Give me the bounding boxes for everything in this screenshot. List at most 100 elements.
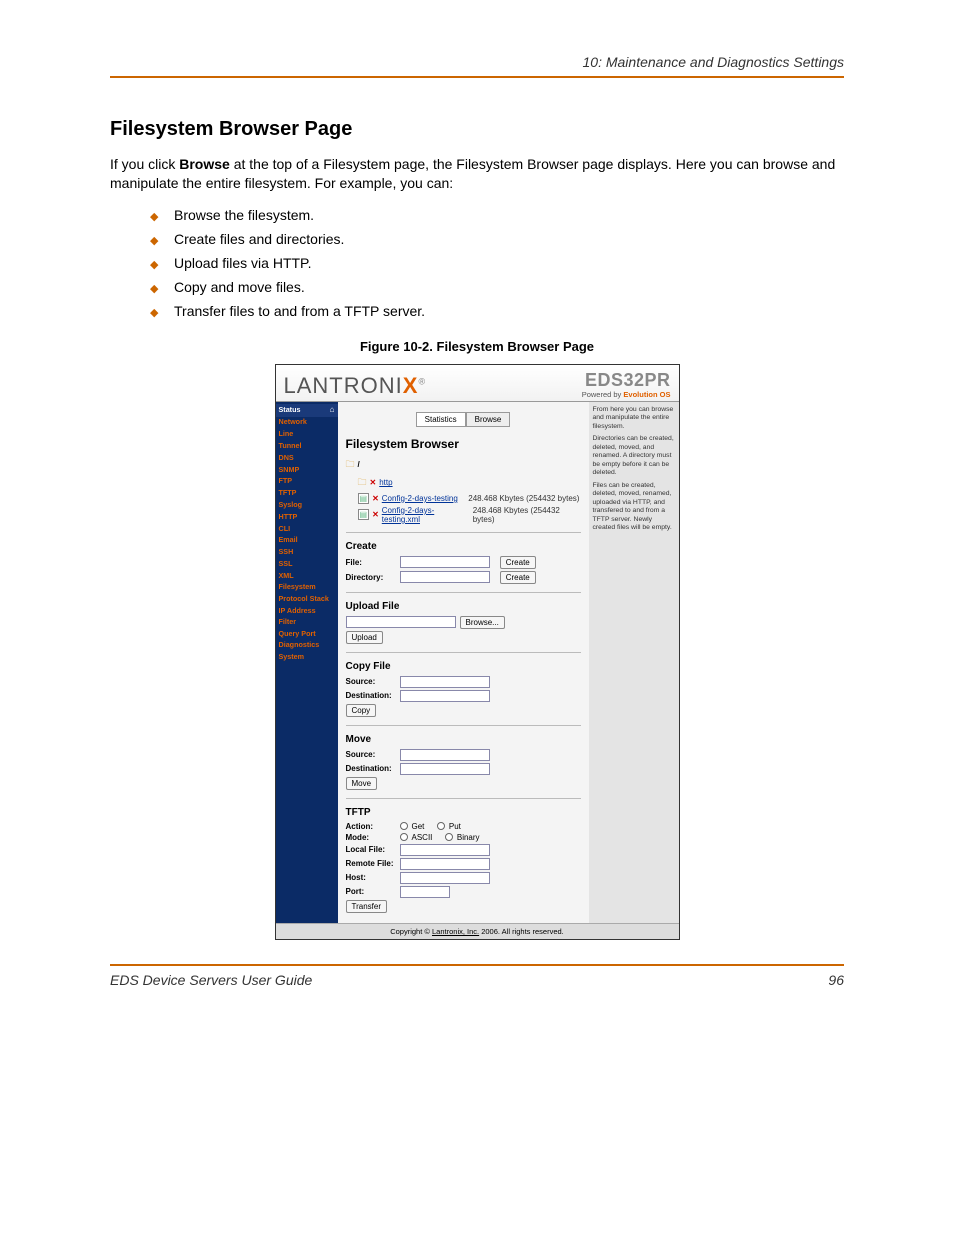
dir-link[interactable]: http (379, 478, 392, 487)
delete-icon[interactable]: ✕ (370, 478, 377, 487)
bullet-text: Copy and move files. (174, 279, 305, 295)
file-icon: ▤ (358, 493, 370, 504)
tab-statistics[interactable]: Statistics (416, 412, 466, 427)
tftp-host-input[interactable] (400, 872, 490, 884)
screenshot-header: LANTRONIX® EDS32PR Powered by Evolution … (276, 365, 679, 402)
create-dir-button[interactable]: Create (500, 571, 536, 584)
ascii-label: ASCII (412, 833, 433, 842)
nav-item-cli[interactable]: CLI (276, 523, 338, 535)
fs-dir-row: 🗀 ✕ http (346, 475, 581, 491)
tftp-heading: TFTP (346, 807, 581, 818)
copy-heading: Copy File (346, 661, 581, 672)
nav-item-ip-filter[interactable]: IP Address Filter (276, 606, 338, 629)
copy-button[interactable]: Copy (346, 704, 377, 717)
model-block: EDS32PR Powered by Evolution OS (582, 371, 671, 399)
copy-source-input[interactable] (400, 676, 490, 688)
nav-item-protocol-stack[interactable]: Protocol Stack (276, 594, 338, 606)
bullet-item: ◆ Browse the filesystem. (150, 207, 844, 223)
tftp-action-label: Action: (346, 822, 396, 831)
nav-item-query-port[interactable]: Query Port (276, 628, 338, 640)
tftp-remote-input[interactable] (400, 858, 490, 870)
screenshot-footer: Copyright © Lantronix, Inc. 2006. All ri… (276, 923, 679, 939)
upload-heading: Upload File (346, 601, 581, 612)
directory-label: Directory: (346, 573, 396, 582)
copy-dest-input[interactable] (400, 690, 490, 702)
radio-ascii[interactable] (400, 833, 408, 841)
move-dest-input[interactable] (400, 763, 490, 775)
nav-item-tunnel[interactable]: Tunnel (276, 440, 338, 452)
nav-item-tftp[interactable]: TFTP (276, 488, 338, 500)
nav-item-email[interactable]: Email (276, 535, 338, 547)
diamond-icon: ◆ (150, 210, 160, 223)
create-file-button[interactable]: Create (500, 556, 536, 569)
nav-item-snmp[interactable]: SNMP (276, 464, 338, 476)
page-footer: EDS Device Servers User Guide 96 (110, 964, 844, 988)
powered-by: Powered by Evolution OS (582, 391, 671, 399)
embedded-screenshot: LANTRONIX® EDS32PR Powered by Evolution … (275, 364, 680, 940)
evolution-os: Evolution OS (623, 390, 670, 399)
running-header: 10: Maintenance and Diagnostics Settings (110, 54, 844, 76)
bullet-text: Browse the filesystem. (174, 207, 314, 223)
bullet-item: ◆ Upload files via HTTP. (150, 255, 844, 271)
intro-bold: Browse (179, 156, 230, 172)
file-size: 248.468 Kbytes (254432 bytes) (473, 506, 581, 524)
footer-guide: EDS Device Servers User Guide (110, 972, 312, 988)
footer-rule (110, 964, 844, 966)
separator (346, 798, 581, 799)
nav-item-dns[interactable]: DNS (276, 452, 338, 464)
nav-item-filesystem[interactable]: Filesystem (276, 582, 338, 594)
tftp-local-input[interactable] (400, 844, 490, 856)
folder-icon: 🗀 (358, 475, 367, 491)
upload-file-input[interactable] (346, 616, 456, 628)
move-button[interactable]: Move (346, 777, 378, 790)
file-link[interactable]: Config-2-days-testing (382, 494, 458, 503)
fs-root-row: 🗀 / (346, 457, 581, 473)
create-file-input[interactable] (400, 556, 490, 568)
copyright-pre: Copyright © (390, 927, 432, 936)
nav-item-status[interactable]: Status⌂ (276, 404, 338, 417)
tftp-port-input[interactable] (400, 886, 450, 898)
bullet-text: Upload files via HTTP. (174, 255, 311, 271)
tab-browse[interactable]: Browse (466, 412, 511, 427)
file-size: 248.468 Kbytes (254432 bytes) (468, 494, 579, 503)
create-dir-input[interactable] (400, 571, 490, 583)
help-text: Files can be created, deleted, moved, re… (593, 482, 675, 533)
radio-binary[interactable] (445, 833, 453, 841)
delete-icon[interactable]: ✕ (372, 494, 379, 503)
diamond-icon: ◆ (150, 258, 160, 271)
intro-paragraph: If you click Browse at the top of a File… (110, 155, 844, 193)
copy-source-label: Source: (346, 677, 396, 686)
binary-label: Binary (457, 833, 480, 842)
nav-item-system[interactable]: System (276, 652, 338, 664)
bullet-text: Transfer files to and from a TFTP server… (174, 303, 425, 319)
nav-item-network[interactable]: Network (276, 417, 338, 429)
separator (346, 592, 581, 593)
nav-item-ftp[interactable]: FTP (276, 476, 338, 488)
help-sidebar: From here you can browse and manipulate … (589, 402, 679, 923)
nav-item-line[interactable]: Line (276, 429, 338, 441)
bullet-text: Create files and directories. (174, 231, 344, 247)
lantronix-link[interactable]: Lantronix, Inc. (432, 927, 479, 936)
nav-item-ssl[interactable]: SSL (276, 558, 338, 570)
registered-icon: ® (418, 377, 426, 387)
home-icon: ⌂ (330, 404, 335, 416)
fs-root: / (358, 460, 360, 469)
delete-icon[interactable]: ✕ (372, 510, 379, 519)
radio-put[interactable] (437, 822, 445, 830)
nav-item-xml[interactable]: XML (276, 570, 338, 582)
nav-item-diagnostics[interactable]: Diagnostics (276, 640, 338, 652)
nav-item-ssh[interactable]: SSH (276, 547, 338, 559)
nav-item-syslog[interactable]: Syslog (276, 499, 338, 511)
upload-button[interactable]: Upload (346, 631, 383, 644)
main-column: StatisticsBrowse Filesystem Browser 🗀 / … (338, 402, 589, 923)
bullet-item: ◆Create files and directories. (150, 231, 844, 247)
browse-button[interactable]: Browse... (460, 616, 505, 629)
file-link[interactable]: Config-2-days-testing.xml (382, 506, 470, 524)
file-icon: ▤ (358, 509, 370, 520)
separator (346, 532, 581, 533)
radio-get[interactable] (400, 822, 408, 830)
transfer-button[interactable]: Transfer (346, 900, 388, 913)
nav-item-http[interactable]: HTTP (276, 511, 338, 523)
bullet-item: ◆Transfer files to and from a TFTP serve… (150, 303, 844, 319)
move-source-input[interactable] (400, 749, 490, 761)
